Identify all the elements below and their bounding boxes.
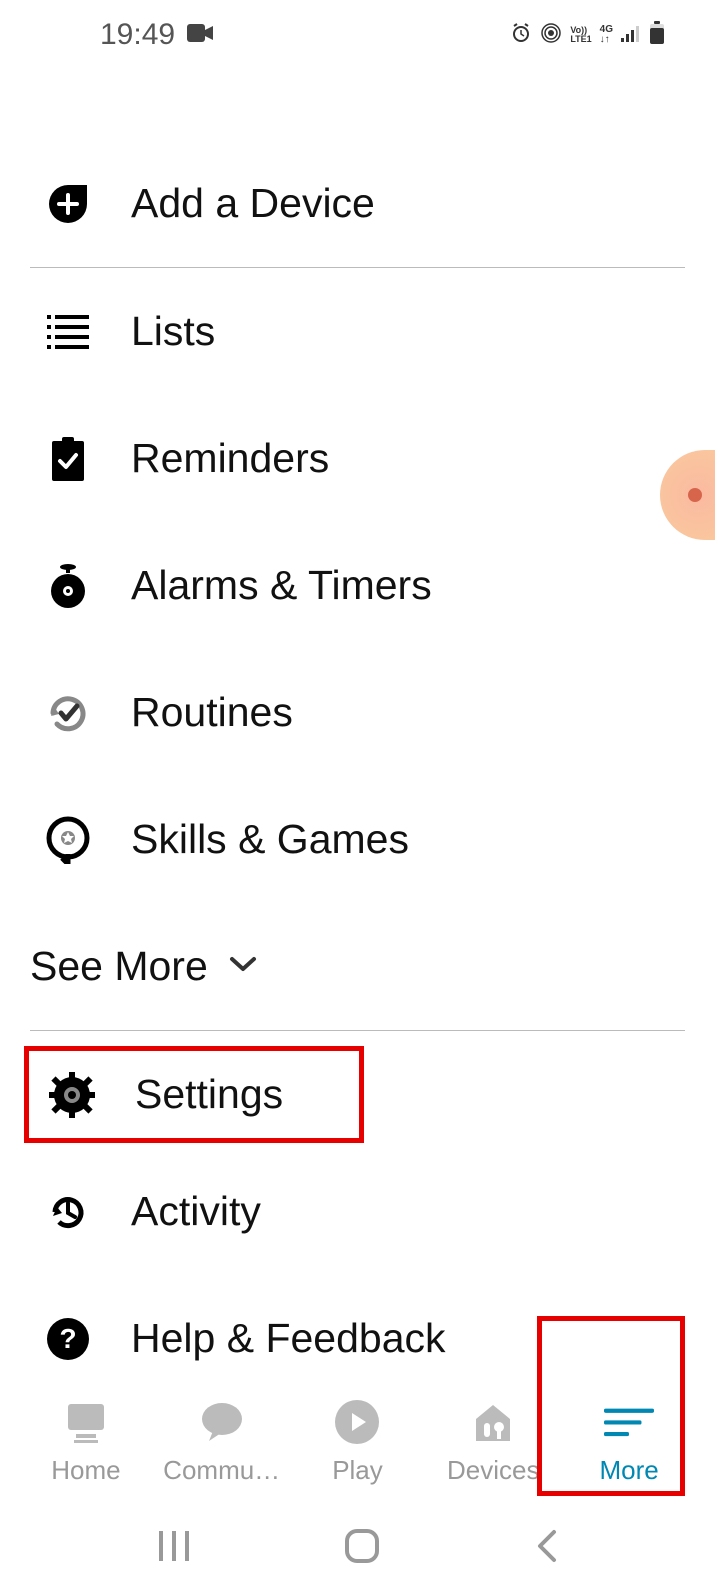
menu-content: Add a Device Lists Reminders Alarms & Ti… bbox=[0, 60, 715, 1402]
devices-icon bbox=[468, 1397, 518, 1447]
see-more-button[interactable]: See More bbox=[0, 903, 715, 1030]
network-icon: 4G↓↑ bbox=[600, 25, 613, 45]
menu-reminders[interactable]: Reminders bbox=[0, 395, 715, 522]
menu-label: Settings bbox=[135, 1071, 283, 1118]
status-bar: 19:49 Vo))LTE1 4G↓↑ bbox=[0, 0, 715, 60]
nav-play[interactable]: Play bbox=[290, 1397, 425, 1486]
battery-icon bbox=[649, 21, 665, 50]
menu-help[interactable]: ? Help & Feedback bbox=[0, 1275, 715, 1402]
help-icon: ? bbox=[45, 1316, 91, 1362]
status-right: Vo))LTE1 4G↓↑ bbox=[510, 21, 665, 50]
status-time: 19:49 bbox=[100, 18, 175, 52]
menu-label: Activity bbox=[131, 1188, 261, 1235]
nav-more[interactable]: More bbox=[562, 1397, 697, 1486]
play-icon bbox=[332, 1397, 382, 1447]
menu-lists[interactable]: Lists bbox=[0, 268, 715, 395]
menu-label: Help & Feedback bbox=[131, 1315, 446, 1362]
menu-label: Alarms & Timers bbox=[131, 562, 432, 609]
menu-label: Routines bbox=[131, 689, 293, 736]
camera-icon bbox=[187, 24, 213, 47]
signal-icon bbox=[621, 24, 641, 47]
menu-label: Reminders bbox=[131, 435, 329, 482]
nav-label: Commu… bbox=[163, 1455, 280, 1486]
menu-skills[interactable]: Skills & Games bbox=[0, 776, 715, 903]
back-button[interactable] bbox=[534, 1528, 558, 1569]
alarm-status-icon bbox=[510, 22, 532, 49]
see-more-label: See More bbox=[30, 943, 208, 990]
menu-label: Add a Device bbox=[131, 180, 375, 227]
nav-label: Play bbox=[332, 1455, 383, 1486]
skills-icon bbox=[45, 817, 91, 863]
nav-label: Devices bbox=[447, 1455, 539, 1486]
menu-activity[interactable]: Activity bbox=[0, 1148, 715, 1275]
menu-label: Skills & Games bbox=[131, 816, 409, 863]
menu-settings[interactable]: Settings bbox=[24, 1046, 364, 1143]
chat-icon bbox=[197, 1397, 247, 1447]
bottom-nav: Home Commu… Play Devices More bbox=[0, 1397, 715, 1496]
alarm-icon bbox=[45, 563, 91, 609]
plus-circle-icon bbox=[45, 181, 91, 227]
volte-icon: Vo))LTE1 bbox=[570, 26, 591, 44]
nav-label: More bbox=[599, 1455, 658, 1486]
history-icon bbox=[45, 1189, 91, 1235]
clipboard-check-icon bbox=[45, 436, 91, 482]
home-button[interactable] bbox=[344, 1528, 380, 1569]
menu-add-device[interactable]: Add a Device bbox=[0, 140, 715, 267]
gear-icon bbox=[49, 1072, 95, 1118]
recent-apps-button[interactable] bbox=[157, 1529, 191, 1568]
nav-communicate[interactable]: Commu… bbox=[154, 1397, 289, 1486]
nav-home[interactable]: Home bbox=[18, 1397, 153, 1486]
chevron-down-icon bbox=[228, 955, 258, 978]
nav-devices[interactable]: Devices bbox=[426, 1397, 561, 1486]
list-icon bbox=[45, 309, 91, 355]
system-nav bbox=[0, 1506, 715, 1591]
menu-alarms[interactable]: Alarms & Timers bbox=[0, 522, 715, 649]
hotspot-icon bbox=[540, 22, 562, 49]
svg-text:?: ? bbox=[59, 1323, 76, 1354]
routine-icon bbox=[45, 690, 91, 736]
status-left: 19:49 bbox=[100, 18, 213, 52]
menu-routines[interactable]: Routines bbox=[0, 649, 715, 776]
menu-label: Lists bbox=[131, 308, 215, 355]
home-icon bbox=[61, 1397, 111, 1447]
more-icon bbox=[604, 1397, 654, 1447]
nav-label: Home bbox=[51, 1455, 120, 1486]
